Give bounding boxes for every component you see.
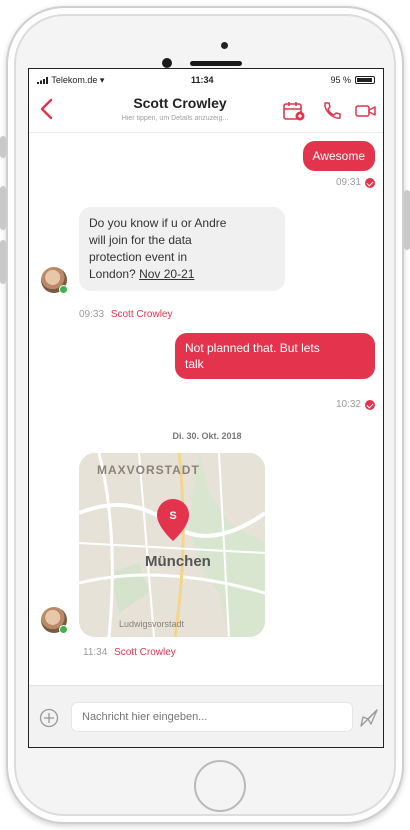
message-time: 11:34 (83, 647, 108, 658)
signal-icon (37, 77, 48, 85)
online-indicator (59, 285, 68, 294)
message-text: Awesome (312, 149, 365, 163)
wifi-icon: ▾ (99, 75, 105, 85)
map-image: S (79, 453, 265, 637)
message-line: Do you know if u or Andre (89, 216, 227, 230)
map-district-label: MAXVORSTADT (97, 463, 200, 477)
front-camera (162, 58, 172, 68)
message-time: 10:32 (335, 399, 361, 410)
read-check-icon (365, 399, 375, 410)
message-line: London? Nov 20-21 (89, 266, 275, 283)
map-area-label: Ludwigsvorstadt (119, 619, 185, 629)
volume-up-button (0, 186, 6, 230)
message-line: protection event in (89, 250, 188, 264)
message-time: 09:33 (79, 309, 105, 320)
phone-call-icon[interactable] (321, 101, 343, 121)
silent-switch (0, 136, 6, 158)
avatar[interactable] (41, 607, 68, 634)
chat-header: Scott Crowley Hier tippen, um Details an… (29, 89, 383, 133)
sender-name: Scott Crowley (110, 309, 173, 320)
svg-text:S: S (169, 510, 176, 522)
map-city-label: München (145, 553, 211, 570)
location-map-card[interactable]: S MAXVORSTADT München Ludwigsvorstadt (79, 453, 265, 637)
avatar[interactable] (41, 267, 68, 294)
add-attachment-icon[interactable] (39, 708, 59, 728)
status-bar: Telekom.de ▾ 11:34 95 % (29, 69, 383, 89)
power-button (404, 190, 410, 250)
date-separator: Di. 30. Okt. 2018 (172, 431, 242, 441)
message-meta: 09:33 Scott Crowley (79, 309, 173, 320)
message-list[interactable]: Awesome 09:31 Do you know if u or Andre … (29, 133, 383, 685)
earpiece-speaker (190, 61, 242, 66)
send-icon[interactable] (359, 706, 379, 728)
outgoing-message-bubble[interactable]: Awesome (302, 141, 375, 171)
battery-icon (355, 76, 375, 84)
message-input[interactable] (71, 702, 353, 732)
message-line: talk (185, 357, 204, 371)
message-meta: 09:31 (336, 177, 375, 188)
video-call-icon[interactable] (355, 101, 377, 121)
online-indicator (59, 625, 68, 634)
contact-subtitle[interactable]: Hier tippen, um Details anzuzeig... (65, 115, 285, 122)
message-meta: 10:32 (336, 399, 375, 410)
contact-name[interactable]: Scott Crowley (65, 95, 295, 111)
read-check-icon (365, 177, 375, 188)
date-link[interactable]: Nov 20-21 (139, 267, 194, 281)
sender-name: Scott Crowley (114, 647, 176, 658)
carrier-label: Telekom.de ▾ (37, 75, 104, 86)
message-text: London? (89, 267, 136, 281)
calendar-icon[interactable] (283, 101, 305, 121)
status-time: 11:34 (191, 75, 214, 85)
proximity-sensor (221, 42, 228, 49)
message-meta: 11:34 Scott Crowley (83, 647, 176, 658)
battery-percent: 95 % (330, 75, 351, 85)
message-line: Not planned that. But lets (185, 341, 320, 355)
message-line: will join for the data (89, 233, 192, 247)
carrier-name: Telekom.de (51, 75, 98, 85)
outgoing-message-bubble[interactable]: Not planned that. But lets talk (175, 333, 375, 379)
message-time: 09:31 (335, 177, 361, 188)
back-chevron-icon[interactable] (37, 96, 59, 122)
composer-bar (29, 685, 383, 747)
home-button[interactable] (194, 760, 246, 812)
volume-down-button (0, 240, 6, 284)
screen: Telekom.de ▾ 11:34 95 % Scott Crowley Hi… (28, 68, 384, 748)
incoming-message-bubble[interactable]: Do you know if u or Andre will join for … (79, 207, 285, 291)
